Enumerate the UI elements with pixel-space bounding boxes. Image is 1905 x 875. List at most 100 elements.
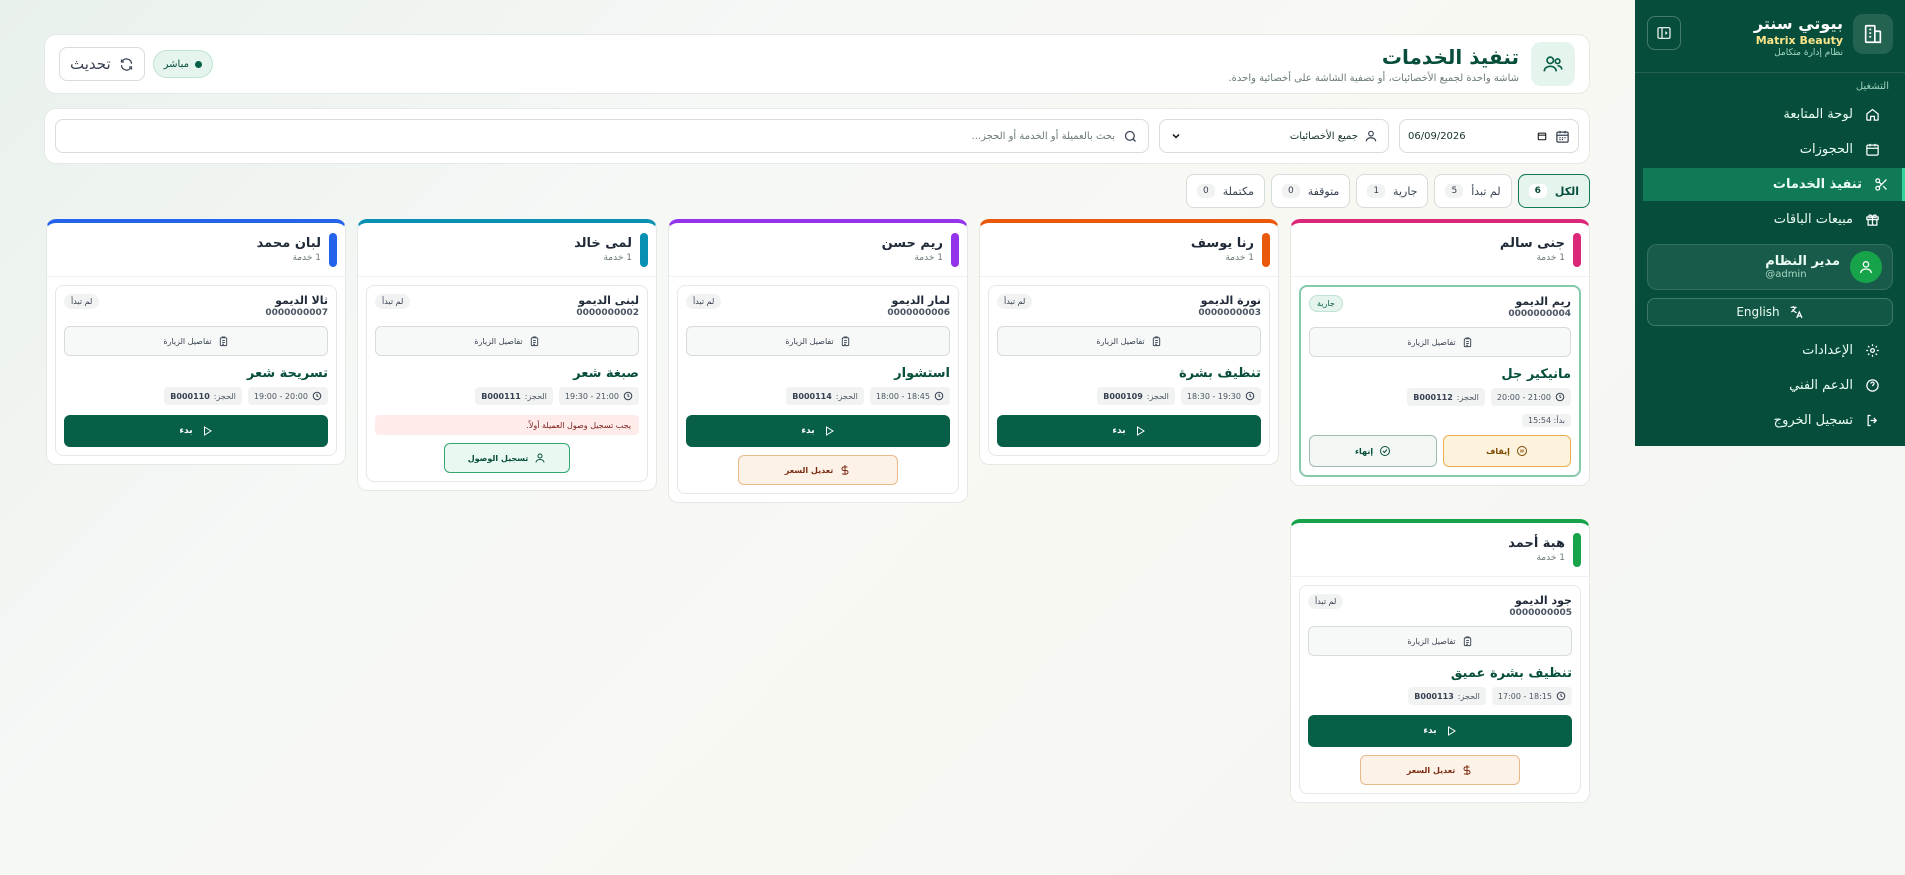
clipboard-icon <box>840 335 851 347</box>
page-title: تنفيذ الخدمات <box>1381 44 1519 69</box>
refresh-button[interactable]: تحديث <box>59 47 145 81</box>
check-in-label: تسجيل الوصول <box>467 453 529 463</box>
sidebar: بيوتي سنتر Matrix Beauty نظام إدارة متكا… <box>1635 0 1905 446</box>
tab-label: لم تبدأ <box>1471 184 1501 198</box>
play-icon <box>1445 725 1457 737</box>
tab-label: مكتملة <box>1222 184 1254 198</box>
live-badge: مباشر <box>152 50 213 78</box>
user-profile[interactable]: مدير النظام @admin <box>1647 244 1893 290</box>
play-icon <box>823 425 835 437</box>
staff-name: لمى خالد <box>574 236 632 251</box>
check-in-button[interactable]: تسجيل الوصول <box>444 443 570 473</box>
brand-description: نظام إدارة متكامل <box>1774 48 1843 58</box>
service-count: 1 خدمة <box>1225 253 1254 263</box>
visit-details-button[interactable]: تفاصيل الزيارة <box>64 326 328 356</box>
client-name: لبنى الديمو <box>578 294 639 307</box>
sidebar-item-support[interactable]: الدعم الفني <box>1647 369 1893 402</box>
date-picker-icon[interactable] <box>1537 131 1547 141</box>
visit-details-label: تفاصيل الزيارة <box>1096 336 1145 346</box>
service-card: لمار الديمو 0000000006 لم تبدأ تفاصيل ال… <box>677 285 959 494</box>
logout-icon <box>1863 413 1881 428</box>
visit-details-button[interactable]: تفاصيل الزيارة <box>1308 626 1572 656</box>
tab-paused[interactable]: متوقفة 0 <box>1270 174 1351 208</box>
column-color-bar <box>1573 532 1581 567</box>
language-label: English <box>1736 305 1780 319</box>
date-field[interactable]: 06/09/2026 <box>1399 119 1579 153</box>
visit-details-button[interactable]: تفاصيل الزيارة <box>686 326 950 356</box>
clock-icon <box>623 391 633 401</box>
pause-button[interactable]: إيقاف <box>1443 435 1571 467</box>
refresh-icon <box>119 57 134 72</box>
user-name: مدير النظام <box>1765 254 1840 269</box>
language-toggle-button[interactable]: English <box>1647 298 1893 326</box>
client-name: ريم الديمو <box>1515 295 1571 308</box>
tab-not-started[interactable]: لم تبدأ 5 <box>1434 174 1512 208</box>
sidebar-item-label: الإعدادات <box>1802 343 1853 358</box>
translate-icon <box>1788 304 1804 320</box>
staff-select[interactable]: جميع الأخصائيات <box>1159 119 1389 153</box>
search-icon <box>1123 129 1138 144</box>
column-header: ريم حسن 1 خدمة <box>669 223 967 277</box>
start-label: بدء <box>179 426 193 436</box>
service-card: لبنى الديمو 0000000002 لم تبدأ تفاصيل ال… <box>366 285 648 482</box>
start-button[interactable]: بدء <box>64 415 328 447</box>
sidebar-item-package-sales[interactable]: مبيعات الباقات <box>1647 203 1893 236</box>
edit-price-button[interactable]: تعديل السعر <box>1360 755 1520 785</box>
gift-icon <box>1863 212 1881 227</box>
collapse-sidebar-button[interactable] <box>1647 16 1681 50</box>
visit-details-button[interactable]: تفاصيل الزيارة <box>375 326 639 356</box>
booking-label: الحجز: <box>213 391 236 401</box>
started-time: بدأ: 15:54 <box>1522 414 1571 427</box>
start-button[interactable]: بدء <box>1308 715 1572 747</box>
tab-all[interactable]: الكل 6 <box>1517 174 1590 208</box>
tab-running[interactable]: جارية 1 <box>1356 174 1429 208</box>
sidebar-item-logout[interactable]: تسجيل الخروج <box>1647 404 1893 437</box>
visit-details-button[interactable]: تفاصيل الزيارة <box>997 326 1261 356</box>
service-count: 1 خدمة <box>292 253 321 263</box>
status-badge: لم تبدأ <box>686 294 722 309</box>
help-icon <box>1863 378 1881 393</box>
time-range: 19:30 - 21:00 <box>564 391 619 401</box>
client-name: لمار الديمو <box>891 294 950 307</box>
sidebar-item-service-execution[interactable]: تنفيذ الخدمات <box>1643 168 1905 201</box>
staff-column: لبان محمد 1 خدمة ثالا الديمو 0000000007 … <box>46 219 346 465</box>
time-range: 20:00 - 21:00 <box>1496 392 1551 402</box>
time-chip: 20:00 - 21:00 <box>1490 388 1571 406</box>
clock-icon <box>1245 391 1255 401</box>
time-chip: 18:30 - 19:30 <box>1180 387 1261 405</box>
booking-id: B000113 <box>1414 691 1454 701</box>
arrival-warning: يجب تسجيل وصول العميلة أولاً. <box>375 415 639 435</box>
sidebar-item-settings[interactable]: الإعدادات <box>1647 334 1893 367</box>
visit-details-label: تفاصيل الزيارة <box>785 336 834 346</box>
status-badge: لم تبدأ <box>64 294 100 309</box>
start-label: بدء <box>1423 726 1437 736</box>
sidebar-item-label: الحجوزات <box>1799 142 1853 157</box>
clock-icon <box>312 391 322 401</box>
status-badge: لم تبدأ <box>375 294 411 309</box>
staff-board: جنى سالم 1 خدمة ريم الديمو 0000000004 جا… <box>44 219 1590 839</box>
tab-count: 6 <box>1528 184 1547 198</box>
column-color-bar <box>1262 232 1270 267</box>
sidebar-item-dashboard[interactable]: لوحة المتابعة <box>1647 98 1893 131</box>
tab-completed[interactable]: مكتملة 0 <box>1186 174 1265 208</box>
service-card: ثالا الديمو 0000000007 لم تبدأ تفاصيل ال… <box>55 285 337 456</box>
clock-icon <box>1555 392 1565 402</box>
service-name: تنظيف بشرة عميق <box>1450 666 1572 681</box>
column-header: رنا يوسف 1 خدمة <box>980 223 1278 277</box>
service-name: تنظيف بشرة <box>1178 366 1261 381</box>
finish-button[interactable]: إنهاء <box>1309 435 1437 467</box>
client-name: ثالا الديمو <box>275 294 328 307</box>
service-count: 1 خدمة <box>1536 553 1565 563</box>
edit-price-button[interactable]: تعديل السعر <box>738 455 898 485</box>
start-button[interactable]: بدء <box>686 415 950 447</box>
visit-details-label: تفاصيل الزيارة <box>1407 636 1456 646</box>
tab-label: متوقفة <box>1307 184 1340 198</box>
search-input[interactable]: بحث بالعميلة أو الخدمة أو الحجز... <box>55 119 1149 153</box>
client-phone: 0000000005 <box>1509 608 1572 618</box>
client-name: جود الديمو <box>1515 594 1572 607</box>
visit-details-button[interactable]: تفاصيل الزيارة <box>1309 327 1571 357</box>
sidebar-item-bookings[interactable]: الحجوزات <box>1647 133 1893 166</box>
start-button[interactable]: بدء <box>997 415 1261 447</box>
time-chip: 19:00 - 20:00 <box>247 387 328 405</box>
sidebar-item-label: مبيعات الباقات <box>1773 212 1853 227</box>
